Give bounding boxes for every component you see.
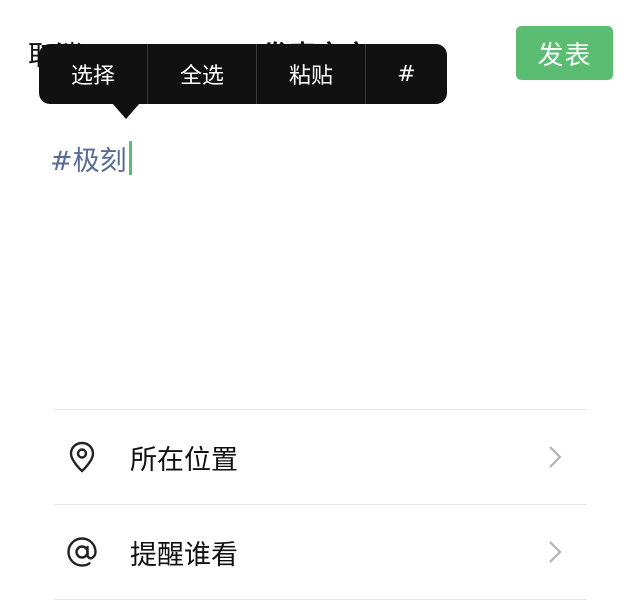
text-cursor — [128, 141, 132, 175]
post-button[interactable]: 发表 — [516, 26, 613, 80]
chevron-right-icon — [547, 539, 563, 565]
option-label: 所在位置 — [130, 444, 238, 476]
context-menu-caret — [112, 103, 140, 119]
menu-item-paste[interactable]: 粘贴 — [257, 44, 365, 104]
option-label: 提醒谁看 — [130, 539, 238, 571]
text-context-menu: 选择 全选 粘贴 # — [39, 44, 447, 104]
option-remind[interactable]: 提醒谁看 — [54, 505, 587, 599]
option-location[interactable]: 所在位置 — [54, 410, 587, 504]
menu-item-hashtag[interactable]: # — [366, 44, 447, 104]
at-sign-icon — [66, 536, 98, 568]
menu-item-select[interactable]: 选择 — [39, 44, 147, 104]
divider — [54, 599, 587, 600]
post-text-editor[interactable]: #极刻 — [50, 139, 132, 178]
location-pin-icon — [66, 441, 98, 473]
hashtag-text[interactable]: #极刻 — [50, 139, 127, 178]
menu-item-select-all[interactable]: 全选 — [148, 44, 256, 104]
chevron-right-icon — [547, 444, 563, 470]
